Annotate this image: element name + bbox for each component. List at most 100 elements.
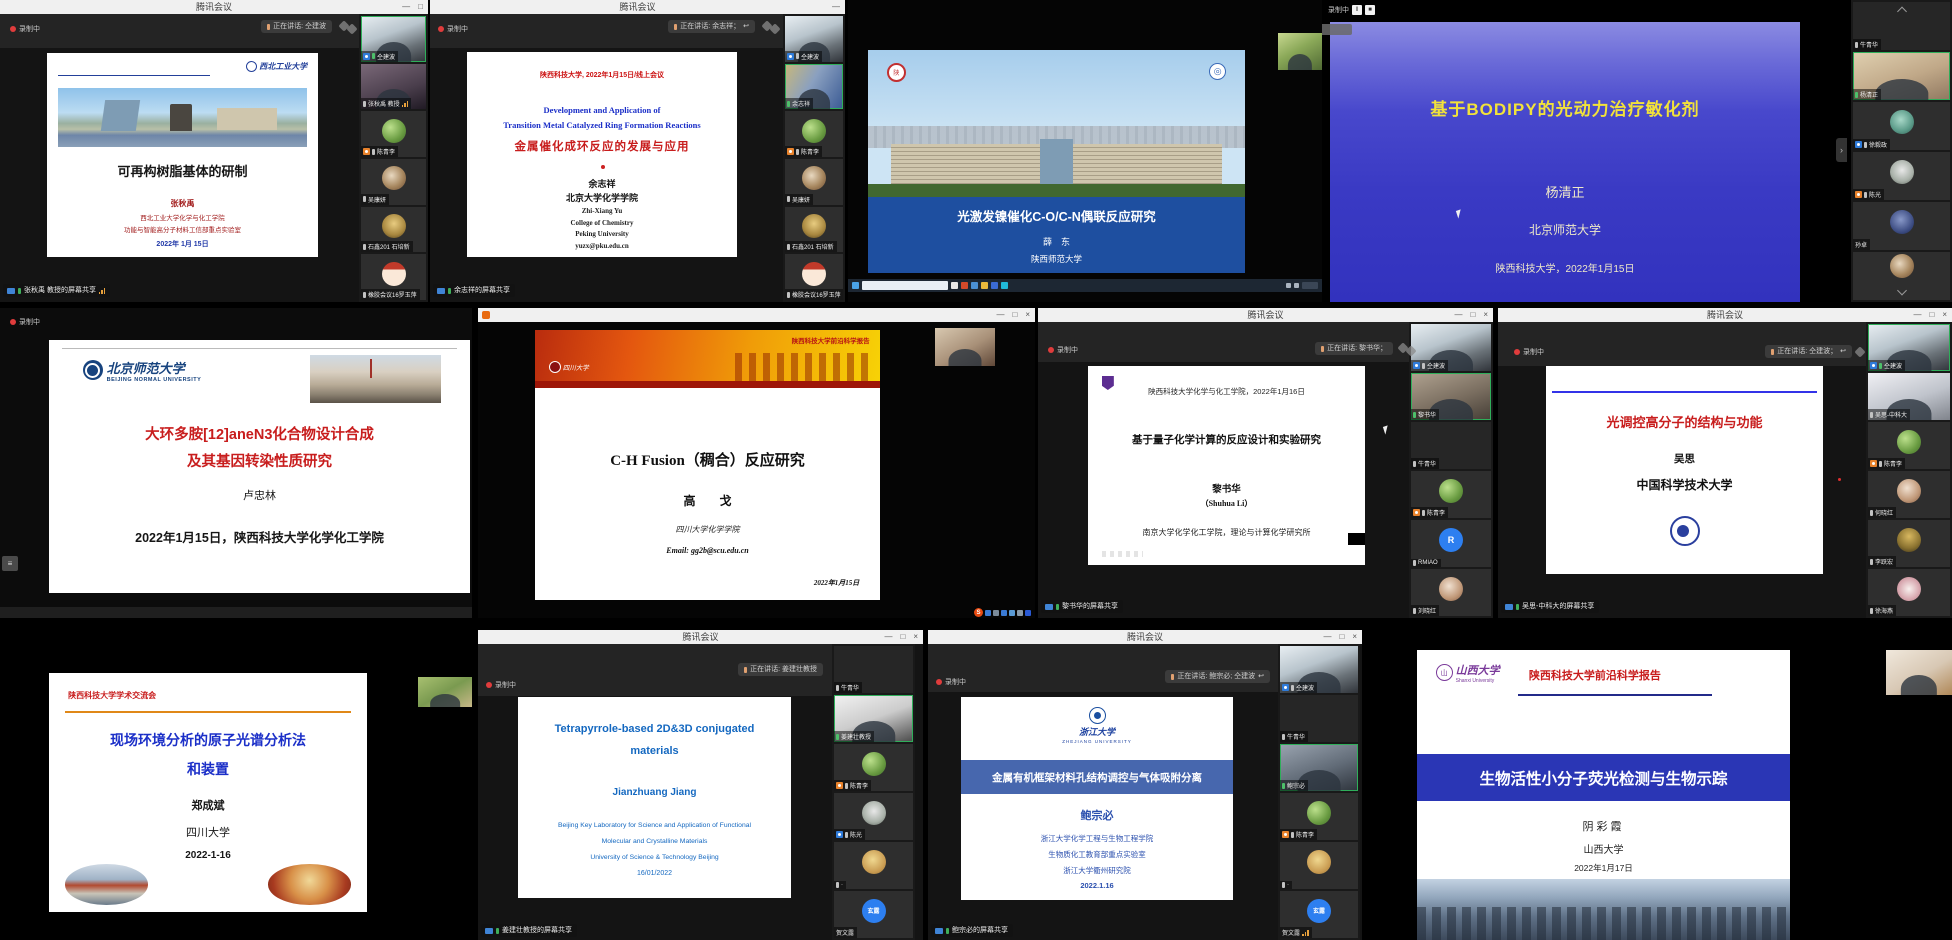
participant-tile[interactable]: 陈青李: [834, 744, 913, 791]
participant-tile[interactable]: 吴康妍: [785, 159, 843, 205]
maximize-button[interactable]: □: [1929, 308, 1934, 322]
taskbar-app-icon[interactable]: [1001, 282, 1008, 289]
participant-tile[interactable]: 鲍宗必: [1280, 744, 1358, 791]
close-button[interactable]: ×: [1942, 308, 1947, 322]
minimize-button[interactable]: —: [884, 630, 892, 644]
participant-tile[interactable]: 玄露贺文露: [834, 891, 913, 938]
close-button[interactable]: ×: [1352, 630, 1357, 644]
tray-icon[interactable]: [1009, 610, 1015, 616]
participant-tile[interactable]: 陈青李: [1280, 793, 1358, 840]
reply-arrow[interactable]: ↩: [1258, 670, 1264, 683]
window-titlebar[interactable]: 腾讯会议 —□: [0, 0, 428, 14]
window-titlebar[interactable]: 腾讯会议 —: [430, 0, 845, 14]
participant-tile[interactable]: 陈青李: [361, 111, 426, 157]
minimize-button[interactable]: —: [1323, 630, 1331, 644]
minimize-button[interactable]: —: [996, 308, 1004, 322]
maximize-button[interactable]: □: [1339, 630, 1344, 644]
participant-tile[interactable]: 橡胶会议16罗玉萍: [361, 254, 426, 300]
participant-tile[interactable]: 徐海燕: [1868, 569, 1950, 616]
tray-icon[interactable]: [993, 610, 999, 616]
window-titlebar[interactable]: 腾讯会议 —□×: [928, 630, 1362, 644]
taskbar-search[interactable]: [862, 281, 948, 290]
taskbar-app-icon[interactable]: [971, 282, 978, 289]
participant-tile[interactable]: 陈青李: [1411, 471, 1491, 518]
maximize-button[interactable]: □: [418, 0, 423, 14]
participant-tile[interactable]: 仝建波: [361, 16, 426, 62]
taskbar-app-icon[interactable]: [981, 282, 988, 289]
maximize-button[interactable]: □: [1470, 308, 1475, 322]
participant-tile[interactable]: 吴康妍: [361, 159, 426, 205]
participant-tile[interactable]: 橡胶会议16罗玉萍: [785, 254, 843, 300]
participant-tile[interactable]: 仝建波: [1280, 646, 1358, 693]
annotation-menu-icon[interactable]: ≡: [2, 556, 18, 571]
window-titlebar[interactable]: — □ ×: [478, 308, 1035, 322]
reply-arrow[interactable]: ↩: [743, 20, 749, 33]
participant-tile[interactable]: 黎书华: [1411, 373, 1491, 420]
participant-tile[interactable]: ·: [1280, 842, 1358, 889]
participant-tile[interactable]: 陈青李: [785, 111, 843, 157]
participant-tile[interactable]: 石鑫201 石培新: [785, 207, 843, 253]
slide-date: 2022.1.16: [961, 881, 1233, 890]
close-button[interactable]: ×: [1483, 308, 1488, 322]
presenter-webcam[interactable]: [418, 677, 472, 707]
participant-tile[interactable]: 牛青华: [834, 646, 913, 693]
close-button[interactable]: ×: [1025, 308, 1030, 322]
participant-tile[interactable]: RRMIAO: [1411, 520, 1491, 567]
taskbar-app-icon[interactable]: [961, 282, 968, 289]
participant-tile[interactable]: 陈青李: [1868, 422, 1950, 469]
participant-tile[interactable]: 孙卓: [1853, 202, 1950, 250]
maximize-button[interactable]: □: [900, 630, 905, 644]
scroll-down-icon[interactable]: [1897, 286, 1907, 296]
participant-tile[interactable]: 何晓红: [1868, 471, 1950, 518]
sidebar-collapse-arrow[interactable]: ›: [1836, 138, 1847, 162]
participant-tile[interactable]: 玄露贺文露: [1280, 891, 1358, 938]
scroll-up-icon[interactable]: [1897, 7, 1907, 17]
participant-tile[interactable]: 吴思-中科大: [1868, 373, 1950, 420]
presenter-webcam[interactable]: [935, 328, 995, 366]
taskbar-clock[interactable]: [1302, 282, 1318, 289]
tray-icon[interactable]: [1025, 610, 1031, 616]
minimize-button[interactable]: —: [1454, 308, 1462, 322]
close-button[interactable]: ×: [913, 630, 918, 644]
participant-tile[interactable]: [1853, 252, 1950, 300]
participant-tile[interactable]: 李跃宏: [1868, 520, 1950, 567]
participant-tile[interactable]: 刘晓红: [1411, 569, 1491, 616]
tray-icon[interactable]: [1001, 610, 1007, 616]
window-titlebar[interactable]: 腾讯会议 —□×: [478, 630, 923, 644]
tray-icon[interactable]: [1294, 283, 1299, 288]
participant-tile[interactable]: 石鑫201 石培新: [361, 207, 426, 253]
tray-icon[interactable]: [1017, 610, 1023, 616]
maximize-button[interactable]: □: [1012, 308, 1017, 322]
window-titlebar[interactable]: 腾讯会议 —□×: [1498, 308, 1952, 322]
tray-icon[interactable]: [1286, 283, 1291, 288]
participant-tile[interactable]: 陈光: [834, 793, 913, 840]
pause-recording-button[interactable]: ‖: [1352, 5, 1362, 15]
participant-tile[interactable]: 仝建波: [1411, 324, 1491, 371]
start-button[interactable]: [852, 282, 859, 289]
participant-tile[interactable]: 陈光: [1853, 152, 1950, 200]
reply-arrow[interactable]: ↩: [1840, 345, 1846, 358]
participant-tile[interactable]: 牛青华: [1411, 422, 1491, 469]
minimize-button[interactable]: —: [832, 0, 840, 14]
presenter-webcam[interactable]: [1278, 33, 1322, 70]
participant-tile[interactable]: ·: [834, 842, 913, 889]
participant-tile[interactable]: 仝建波: [785, 16, 843, 62]
presenter-webcam[interactable]: [1886, 650, 1952, 695]
participant-tile[interactable]: 牛青华: [1853, 2, 1950, 50]
stop-recording-button[interactable]: ■: [1365, 5, 1375, 15]
minimize-button[interactable]: —: [402, 0, 410, 14]
participant-name: 陈青李: [801, 147, 819, 156]
taskbar-app-icon[interactable]: [991, 282, 998, 289]
participant-tile[interactable]: 徐毅政: [1853, 102, 1950, 150]
participant-tile[interactable]: 杨清正: [1853, 52, 1950, 100]
window-titlebar[interactable]: 腾讯会议 —□×: [1038, 308, 1493, 322]
participant-tile[interactable]: 张秋禹 教授: [361, 64, 426, 110]
tray-icon[interactable]: [985, 610, 991, 616]
participant-tile[interactable]: 余志祥: [785, 64, 843, 110]
taskbar-app-icon[interactable]: [951, 282, 958, 289]
participant-tile[interactable]: 仝建波: [1868, 324, 1950, 371]
minimize-button[interactable]: —: [1913, 308, 1921, 322]
sogou-tray-icon[interactable]: S: [974, 608, 983, 617]
participant-tile[interactable]: 牛青华: [1280, 695, 1358, 742]
participant-tile[interactable]: 姜建壮教授: [834, 695, 913, 742]
